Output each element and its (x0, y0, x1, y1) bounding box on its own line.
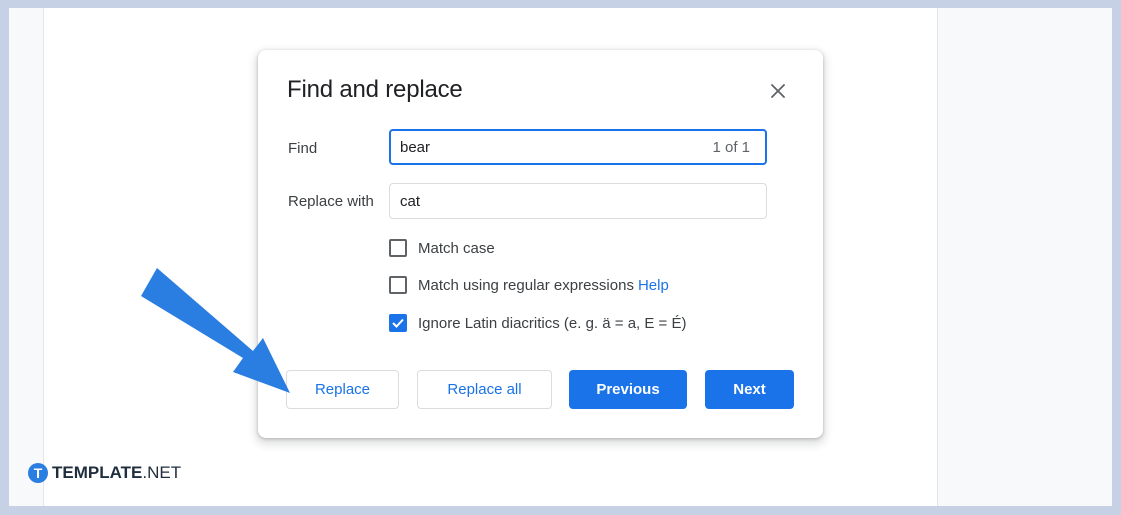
match-case-label: Match case (418, 239, 495, 257)
match-case-checkbox[interactable] (389, 239, 407, 257)
regex-checkbox[interactable] (389, 276, 407, 294)
replace-all-button[interactable]: Replace all (417, 370, 552, 409)
diacritics-checkbox[interactable] (389, 314, 407, 332)
regex-option[interactable]: Match using regular expressions Help (389, 274, 669, 296)
brand-name: TEMPLATE.NET (52, 463, 182, 482)
find-label: Find (288, 140, 318, 157)
match-case-option[interactable]: Match case (389, 237, 495, 259)
arrow-pointer-icon (141, 268, 290, 393)
find-input-value: bear (400, 138, 431, 156)
replace-input-value: cat (400, 192, 421, 210)
find-replace-dialog: Find and replace Find bear 1 of 1 Replac… (258, 50, 823, 438)
diacritics-option[interactable]: Ignore Latin diacritics (e. g. ä = a, E … (389, 312, 686, 334)
close-icon (771, 84, 785, 98)
checkmark-icon (392, 318, 404, 328)
close-button[interactable] (767, 80, 789, 102)
diacritics-label: Ignore Latin diacritics (e. g. ä = a, E … (418, 314, 687, 332)
find-input[interactable]: bear 1 of 1 (389, 129, 767, 165)
replace-input[interactable]: cat (389, 183, 767, 219)
brand-badge: T (28, 463, 48, 483)
previous-button[interactable]: Previous (569, 370, 687, 409)
next-button[interactable]: Next (705, 370, 794, 409)
replace-label: Replace with (288, 193, 374, 210)
regex-label: Match using regular expressions (418, 276, 634, 294)
match-count: 1 of 1 (712, 138, 750, 156)
dialog-title: Find and replace (287, 76, 463, 103)
template-net-logo: T TEMPLATE.NET (28, 463, 181, 483)
replace-button[interactable]: Replace (286, 370, 399, 409)
help-link[interactable]: Help (638, 277, 669, 294)
